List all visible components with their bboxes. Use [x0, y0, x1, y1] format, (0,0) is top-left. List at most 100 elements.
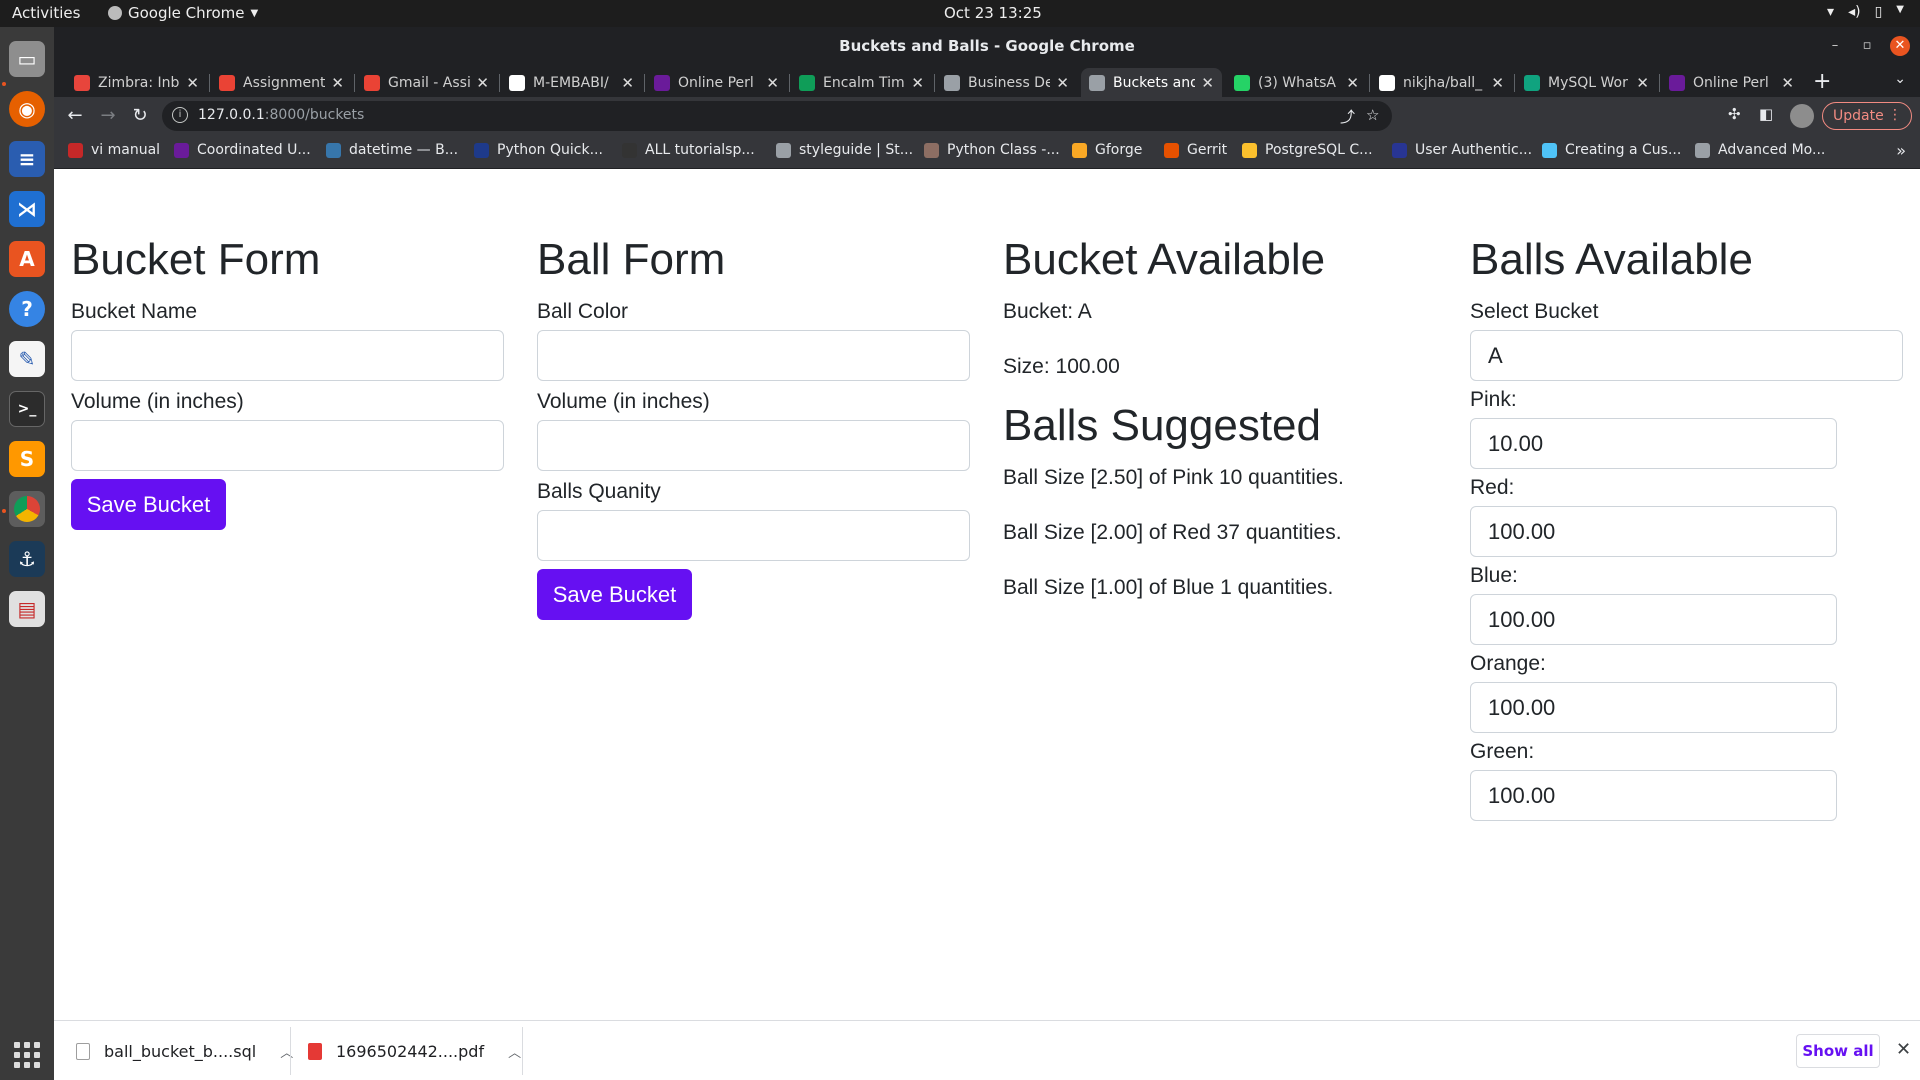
bookmark-item[interactable]: Gforge [1072, 142, 1142, 158]
balls-available-section: Balls Available Select Bucket A Pink: 10… [1470, 235, 1903, 827]
site-info-icon[interactable]: i [172, 107, 188, 123]
browser-tab[interactable]: Gmail - Assi ✕ [356, 68, 497, 97]
activities-button[interactable]: Activities [12, 4, 80, 22]
pink-volume-input[interactable]: 10.00 [1470, 418, 1837, 469]
tab-separator [499, 74, 500, 92]
browser-tab[interactable]: Encalm Tim ✕ [791, 68, 932, 97]
ball-color-input[interactable] [537, 330, 970, 381]
browser-tab[interactable]: Buckets and ✕ [1081, 68, 1222, 97]
close-tab-icon[interactable]: ✕ [1346, 74, 1359, 92]
close-tab-icon[interactable]: ✕ [476, 74, 489, 92]
globe-icon [1695, 142, 1710, 158]
browser-tab[interactable]: Assignment ✕ [211, 68, 352, 97]
close-download-bar-icon[interactable]: ✕ [1896, 1039, 1911, 1060]
bookmark-item[interactable]: PostgreSQL C... [1242, 142, 1373, 158]
browser-tab[interactable]: Online Perl ✕ [646, 68, 787, 97]
firefox-icon[interactable]: ◉ [9, 91, 45, 127]
extensions-icon[interactable]: ✣ [1728, 105, 1741, 123]
red-volume-input[interactable]: 100.00 [1470, 506, 1837, 557]
chrome-icon[interactable] [9, 491, 45, 527]
software-center-icon[interactable]: A [9, 241, 45, 277]
mysql-workbench-icon[interactable]: ⚓ [9, 541, 45, 577]
files-icon[interactable]: ▭ [9, 41, 45, 77]
gmail-icon [219, 74, 235, 91]
bookmark-item[interactable]: Python Quick... [474, 142, 603, 158]
bookmark-item[interactable]: ALL tutorialsp... [622, 142, 755, 158]
sublime-text-icon[interactable]: S [9, 441, 45, 477]
url-text[interactable]: 127.0.0.1:8000/buckets [198, 107, 364, 123]
address-bar[interactable]: i 127.0.0.1:8000/buckets ⤴ ☆ [162, 101, 1392, 131]
browser-tab[interactable]: M-EMBABI/ ✕ [501, 68, 642, 97]
close-tab-icon[interactable]: ✕ [331, 74, 344, 92]
document-viewer-icon[interactable]: ▤ [9, 591, 45, 627]
close-tab-icon[interactable]: ✕ [1636, 74, 1649, 92]
url-path: :8000/buckets [264, 107, 365, 123]
save-ball-button[interactable]: Save Bucket [537, 569, 692, 620]
writer-icon[interactable]: ≡ [9, 141, 45, 177]
orange-volume-input[interactable]: 100.00 [1470, 682, 1837, 733]
bookmark-item[interactable]: vi manual [68, 142, 160, 158]
close-tab-icon[interactable]: ✕ [621, 74, 634, 92]
bookmark-star-icon[interactable]: ☆ [1366, 106, 1379, 124]
profile-avatar[interactable] [1790, 104, 1814, 128]
terminal-icon[interactable]: >_ [9, 391, 45, 427]
github-icon [1379, 74, 1395, 91]
bookmark-item[interactable]: Coordinated U... [174, 142, 311, 158]
chevron-up-icon[interactable]: ︿ [280, 1042, 293, 1061]
close-tab-icon[interactable]: ✕ [1056, 74, 1069, 92]
blue-volume-input[interactable]: 100.00 [1470, 594, 1837, 645]
update-button[interactable]: Update ⋮ [1822, 102, 1912, 130]
tab-search-icon[interactable]: ⌄ [1894, 71, 1906, 87]
minimize-icon[interactable]: – [1825, 36, 1845, 56]
green-volume-input[interactable]: 100.00 [1470, 770, 1837, 821]
close-tab-icon[interactable]: ✕ [911, 74, 924, 92]
tab-label: Zimbra: Inb [98, 74, 180, 91]
browser-tab[interactable]: nikjha/ball_ ✕ [1371, 68, 1512, 97]
bookmark-item[interactable]: styleguide | St... [776, 142, 913, 158]
browser-tab[interactable]: Online Perl ✕ [1661, 68, 1802, 97]
bookmark-item[interactable]: User Authentic... [1392, 142, 1532, 158]
browser-tab[interactable]: MySQL Wor ✕ [1516, 68, 1657, 97]
close-window-icon[interactable]: ✕ [1890, 36, 1910, 56]
close-tab-icon[interactable]: ✕ [1781, 74, 1794, 92]
more-bookmarks-icon[interactable]: » [1896, 141, 1906, 160]
close-tab-icon[interactable]: ✕ [186, 74, 199, 92]
reload-icon[interactable]: ↻ [129, 105, 151, 127]
clock[interactable]: Oct 23 13:25 [944, 4, 1042, 22]
bucket-name-input[interactable] [71, 330, 504, 381]
close-tab-icon[interactable]: ✕ [766, 74, 779, 92]
save-bucket-button[interactable]: Save Bucket [71, 479, 226, 530]
bucket-volume-input[interactable] [71, 420, 504, 471]
browser-tab[interactable]: Business De ✕ [936, 68, 1077, 97]
vscode-icon[interactable]: ⋊ [9, 191, 45, 227]
select-bucket-dropdown[interactable]: A [1470, 330, 1903, 381]
browser-tab[interactable]: (3) WhatsA ✕ [1226, 68, 1367, 97]
show-all-downloads-button[interactable]: Show all [1796, 1034, 1880, 1068]
back-icon[interactable]: ← [64, 105, 86, 127]
show-applications-icon[interactable] [14, 1042, 40, 1068]
download-item[interactable]: ball_bucket_b....sql ︿ [76, 1021, 293, 1080]
postgresql-icon [1242, 142, 1257, 158]
bookmark-item[interactable]: datetime — B... [326, 142, 458, 158]
bookmark-item[interactable]: Creating a Cus... [1542, 142, 1681, 158]
forward-icon[interactable]: → [97, 105, 119, 127]
bookmark-item[interactable]: Gerrit [1164, 142, 1227, 158]
new-tab-icon[interactable]: + [1813, 69, 1831, 94]
ball-volume-input[interactable] [537, 420, 970, 471]
app-menu[interactable]: Google Chrome ▼ [108, 4, 258, 22]
bookmark-item[interactable]: Advanced Mo... [1695, 142, 1825, 158]
bookmark-item[interactable]: Python Class -... [924, 142, 1060, 158]
download-item[interactable]: 1696502442....pdf ︿ [308, 1021, 521, 1080]
maximize-icon[interactable]: ▫ [1857, 36, 1877, 56]
close-tab-icon[interactable]: ✕ [1201, 74, 1214, 92]
system-tray[interactable]: ▾ ◂) ▯ ▼ [1827, 4, 1904, 20]
close-tab-icon[interactable]: ✕ [1491, 74, 1504, 92]
share-icon[interactable]: ⤴ [1340, 106, 1355, 127]
help-icon[interactable]: ? [9, 291, 45, 327]
browser-tab[interactable]: Zimbra: Inb ✕ [66, 68, 207, 97]
gmail-icon [364, 74, 380, 91]
side-panel-icon[interactable]: ◧ [1759, 105, 1773, 123]
text-editor-icon[interactable]: ✎ [9, 341, 45, 377]
ball-quantity-input[interactable] [537, 510, 970, 561]
chevron-up-icon[interactable]: ︿ [508, 1042, 521, 1061]
